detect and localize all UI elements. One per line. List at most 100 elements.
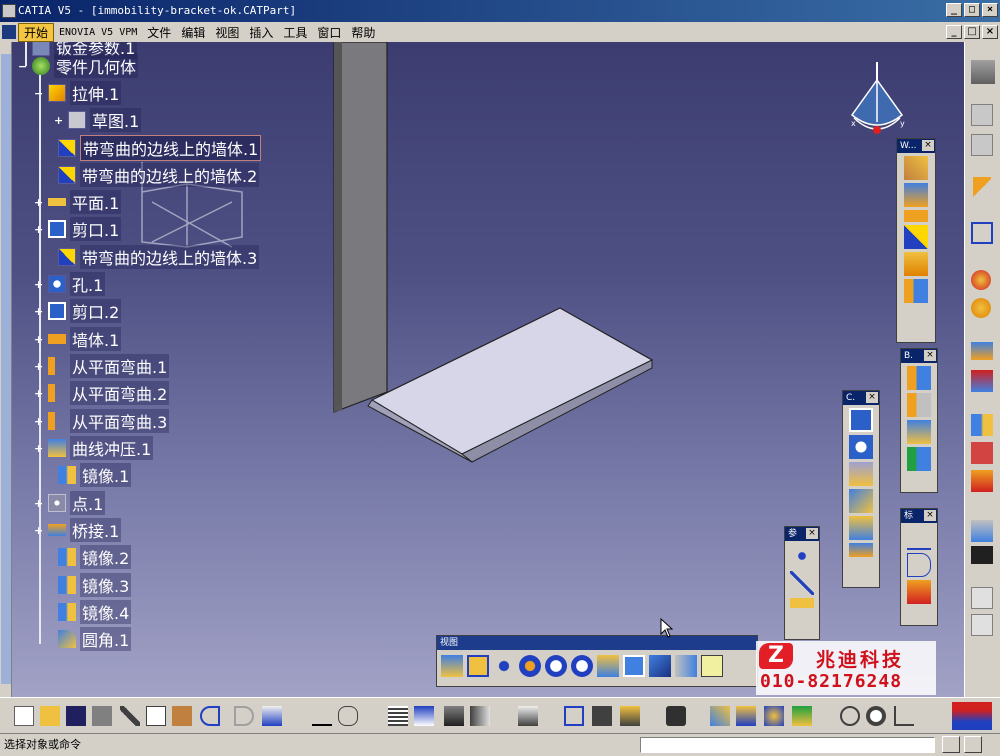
tree-item-flange-bend-1[interactable]: + 从平面弯曲.1	[34, 354, 170, 378]
tree-item-mirror-2[interactable]: 镜像.2	[42, 545, 132, 569]
constraints-icon[interactable]	[971, 370, 993, 392]
mirror-tool-icon[interactable]	[971, 414, 993, 436]
vertical-scrollbar[interactable]	[0, 42, 12, 697]
sheet-metal-workbench-icon[interactable]	[971, 60, 995, 84]
doc-minimize-button[interactable]: _	[946, 25, 962, 39]
doc-restore-button[interactable]: □	[964, 25, 980, 39]
tree-item-bridge[interactable]: + 桥接.1	[34, 518, 122, 542]
views-management-icon[interactable]	[736, 706, 756, 726]
tree-root-part-body[interactable]: − 零件几何体	[18, 54, 139, 78]
inertia-icon[interactable]	[592, 706, 612, 726]
fold-unfold-icon[interactable]	[792, 706, 812, 726]
fit-all-icon[interactable]	[467, 655, 489, 677]
whats-this-icon[interactable]	[262, 706, 282, 726]
zoom-in-icon[interactable]	[545, 655, 567, 677]
expand-icon[interactable]: +	[34, 279, 43, 290]
close-button[interactable]: ×	[982, 3, 998, 17]
expand-icon[interactable]: +	[34, 388, 43, 399]
circular-pattern-icon[interactable]	[971, 470, 993, 492]
corner-relief-icon[interactable]	[849, 489, 873, 513]
wall-on-edge-tool-icon[interactable]	[904, 225, 928, 249]
sketcher-icon[interactable]	[971, 222, 993, 244]
bends-icon[interactable]	[907, 366, 931, 390]
expand-icon[interactable]: +	[34, 197, 43, 208]
tree-item-flange-bend-3[interactable]: + 从平面弯曲.3	[34, 409, 170, 433]
point-tool-icon[interactable]	[790, 544, 814, 568]
3d-annotation-icon[interactable]	[907, 580, 931, 604]
tree-item-wall-on-edge-1[interactable]: 带弯曲的边线上的墙体.1	[42, 135, 262, 161]
corner-icon[interactable]	[849, 516, 873, 540]
open-folder-icon[interactable]	[40, 706, 60, 726]
measure-icon[interactable]	[971, 270, 991, 290]
cut-icon[interactable]	[120, 706, 140, 726]
flatten-icon[interactable]	[710, 706, 730, 726]
bend-from-flat-tool-icon[interactable]	[907, 393, 931, 417]
iso-view-icon[interactable]	[649, 655, 671, 677]
sheet-metal-view-icon[interactable]	[764, 706, 784, 726]
bend-table-icon[interactable]	[971, 134, 993, 156]
menu-insert[interactable]: 插入	[244, 24, 278, 41]
camera-icon[interactable]	[666, 706, 686, 726]
table-icon[interactable]	[388, 706, 408, 726]
camera-view-icon[interactable]	[971, 520, 993, 542]
tree-item-mirror-3[interactable]: 镜像.3	[42, 573, 132, 597]
pan-icon[interactable]	[493, 655, 515, 677]
tree-structure-icon[interactable]	[414, 706, 434, 726]
toolbar-close-button[interactable]: ×	[866, 392, 878, 403]
tree-item-fillet[interactable]: 圆角.1	[42, 627, 132, 651]
bending-toolbar[interactable]: B. ×	[900, 348, 938, 493]
expand-icon[interactable]: +	[34, 224, 43, 235]
copy-icon[interactable]	[146, 706, 166, 726]
expand-icon[interactable]: +	[34, 525, 43, 536]
tree-item-point[interactable]: + 点.1	[34, 491, 106, 515]
restore-button[interactable]: □	[964, 3, 980, 17]
toolbar-close-button[interactable]: ×	[924, 350, 936, 361]
stamping-icon[interactable]	[849, 462, 873, 486]
menu-edit[interactable]: 编辑	[176, 24, 210, 41]
comment-icon[interactable]	[338, 706, 358, 726]
menu-window[interactable]: 窗口	[312, 24, 346, 41]
new-document-icon[interactable]	[14, 706, 34, 726]
document-icon[interactable]	[2, 25, 16, 39]
axis-system-icon[interactable]	[894, 706, 914, 726]
rotate-icon[interactable]	[519, 655, 541, 677]
reorder-icon[interactable]	[470, 706, 490, 726]
formula-icon[interactable]	[312, 706, 332, 726]
expand-icon[interactable]: +	[54, 115, 63, 126]
tree-item-cutout-2[interactable]: + 剪口.2	[34, 299, 122, 323]
3d-viewport[interactable]: 钣金参数.1 − 零件几何体 − 拉伸.1 + 草图.1 带弯曲的边线上的墙体.…	[12, 42, 964, 697]
walls-toolbar[interactable]: W... ×	[896, 138, 936, 343]
menu-start[interactable]: 开始	[18, 22, 55, 42]
doc-close-button[interactable]: ×	[982, 25, 998, 39]
hide-show-icon[interactable]	[701, 655, 723, 677]
tree-item-hole[interactable]: + 孔.1	[34, 272, 106, 296]
frame-icon[interactable]	[971, 614, 993, 636]
save-icon[interactable]	[66, 706, 86, 726]
hopper-icon[interactable]	[904, 183, 928, 207]
menu-file[interactable]: 文件	[142, 24, 176, 41]
extrusion-tool-icon[interactable]	[904, 252, 928, 276]
cutting-toolbar[interactable]: C. ×	[842, 390, 880, 588]
cut-out-tool-icon[interactable]	[849, 408, 873, 432]
apply-material-icon[interactable]	[971, 298, 991, 318]
chamfer-icon[interactable]	[849, 543, 873, 557]
text-with-leader-icon[interactable]	[907, 526, 931, 550]
view-toolbar[interactable]: 视图	[436, 635, 758, 687]
command-options-button[interactable]	[964, 736, 982, 753]
knowledge-icon[interactable]	[444, 706, 464, 726]
tree-item-mirror-1[interactable]: 镜像.1	[42, 463, 132, 487]
wall-tool-icon[interactable]	[904, 210, 928, 222]
save-disk-icon[interactable]	[971, 546, 993, 564]
bottle-icon[interactable]	[620, 706, 640, 726]
tree-item-extrude[interactable]: − 拉伸.1	[34, 81, 122, 105]
distance-measure-icon[interactable]	[564, 706, 584, 726]
menu-view[interactable]: 视图	[210, 24, 244, 41]
unfolding-icon[interactable]	[907, 420, 931, 444]
menu-help[interactable]: 帮助	[346, 24, 380, 41]
normal-view-icon[interactable]	[597, 655, 619, 677]
folding-icon[interactable]	[907, 447, 931, 471]
catia-app-icon[interactable]	[2, 4, 16, 18]
collapse-icon[interactable]: −	[34, 88, 43, 99]
expand-icon[interactable]: +	[34, 416, 43, 427]
compass-icon[interactable]: x y	[842, 60, 912, 150]
